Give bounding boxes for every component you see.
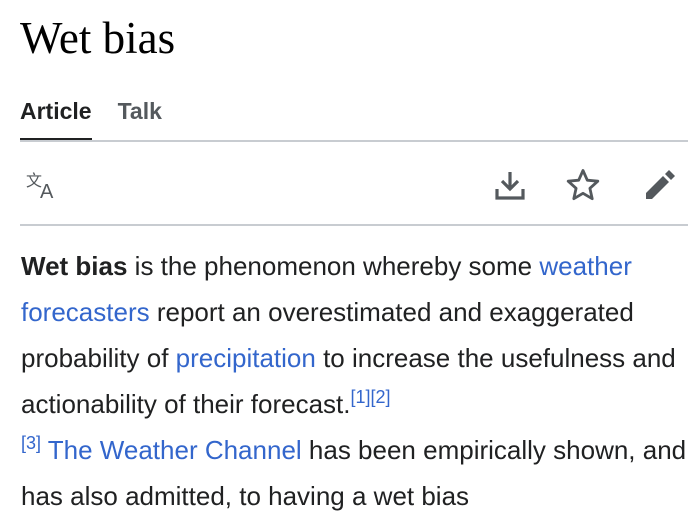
toolbar-divider <box>20 224 688 226</box>
svg-text:A: A <box>40 181 54 203</box>
language-icon: 文 A <box>24 166 64 206</box>
article-text: is the phenomenon whereby some <box>127 251 540 281</box>
page-tabs: Article Talk <box>20 96 162 141</box>
edit-button[interactable] <box>640 165 680 205</box>
language-button[interactable]: 文 A <box>24 166 64 206</box>
tab-article[interactable]: Article <box>20 96 92 141</box>
tabs-divider <box>20 140 688 142</box>
download-icon <box>492 167 528 203</box>
citation: [1] <box>351 387 371 407</box>
bold-term: Wet bias <box>21 251 128 281</box>
citation-link-1[interactable]: [1] <box>351 387 371 407</box>
link-precipitation[interactable]: precipitation <box>176 343 316 373</box>
tab-talk[interactable]: Talk <box>118 96 162 141</box>
article-lead-paragraph: Wet bias is the phenomenon whereby some … <box>21 243 691 519</box>
star-icon <box>565 167 601 203</box>
article-text <box>41 435 48 465</box>
page-title: Wet bias <box>20 13 176 63</box>
watch-button[interactable] <box>563 165 603 205</box>
link-the-weather-channel[interactable]: The Weather Channel <box>48 435 302 465</box>
download-button[interactable] <box>490 165 530 205</box>
citation-link-2[interactable]: [2] <box>371 387 391 407</box>
citation: [2] <box>371 387 391 407</box>
citation: [3] <box>21 433 41 453</box>
edit-pencil-icon <box>642 167 678 203</box>
citation-link-3[interactable]: [3] <box>21 433 41 453</box>
